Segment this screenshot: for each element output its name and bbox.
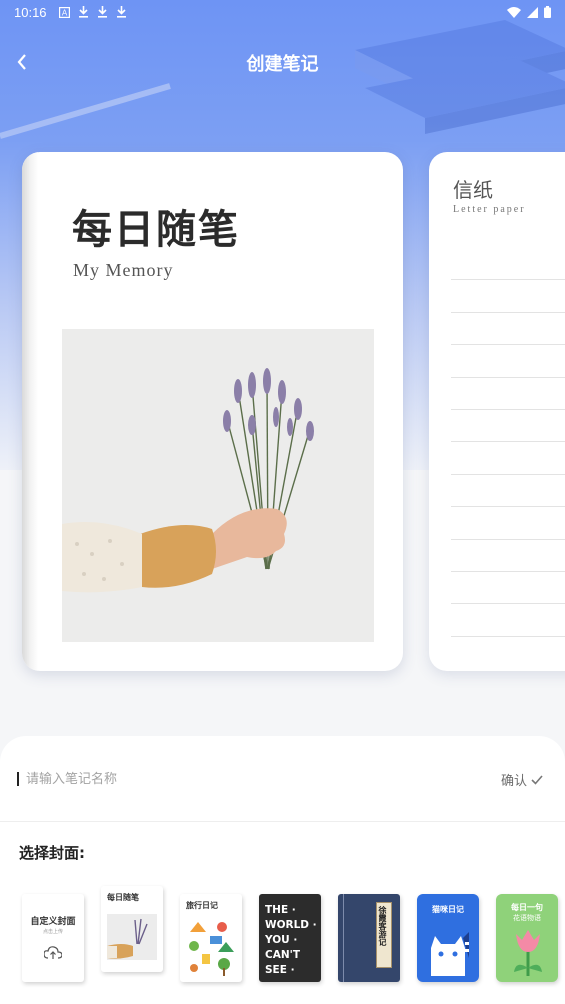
cover-travel-doodles	[189, 922, 234, 976]
download-icon	[116, 6, 126, 18]
cover-option-ancient[interactable]: 徐霞客游记	[338, 894, 400, 982]
choose-cover-label: 选择封面:	[19, 844, 85, 862]
letter-card-subtitle: Letter paper	[453, 204, 526, 215]
cover-ancient-binding	[343, 894, 344, 982]
font-icon: A	[58, 6, 70, 18]
page-title: 创建笔记	[246, 54, 319, 74]
tulip-illustration	[514, 930, 542, 976]
cover-daily-essay-title: 每日随笔	[107, 893, 139, 902]
cover-cat-title: 猫咪日记	[432, 905, 464, 914]
cover-ancient-label: 徐霞客游记	[376, 902, 392, 968]
cover-option-daily-essay[interactable]: 每日随笔	[101, 886, 163, 972]
letter-paper-card[interactable]: 信纸 Letter paper	[429, 152, 565, 671]
battery-icon	[544, 6, 551, 18]
cover-world-line: CAN'T	[265, 949, 300, 961]
confirm-label: 确认	[500, 774, 527, 789]
cover-flower-title: 每日一句	[511, 903, 543, 912]
status-bar: 10:16 A	[0, 0, 565, 24]
download-icon	[97, 6, 107, 18]
cover-options: 自定义封面 点击上传 每日随笔 旅行日记 THE · WORLD · YOU ·…	[0, 886, 565, 996]
download-icon	[78, 6, 88, 18]
cover-custom-subtitle: 点击上传	[42, 929, 63, 935]
cover-world-line: YOU ·	[265, 934, 298, 946]
lavender-bouquet-photo	[62, 329, 374, 642]
cover-world-text: THE · WORLD · YOU · CAN'T SEE ·	[265, 903, 317, 978]
note-name-row: 确认	[0, 736, 565, 822]
cover-option-the-world[interactable]: THE · WORLD · YOU · CAN'T SEE ·	[259, 894, 321, 982]
status-time: 10:16	[14, 4, 47, 20]
cover-custom-title: 自定义封面	[30, 917, 76, 927]
cover-daily-essay-photo	[107, 914, 157, 960]
cover-world-line: WORLD ·	[265, 919, 317, 931]
card-subtitle: My Memory	[73, 260, 174, 280]
svg-text:A: A	[61, 8, 67, 17]
checkmark-icon	[531, 774, 543, 785]
wifi-icon	[507, 6, 521, 18]
signal-icon	[527, 6, 538, 18]
note-template-card[interactable]: 每日随笔 My Memory	[22, 152, 403, 671]
navigation-bar: 创建笔记	[0, 42, 565, 82]
pen-illustration	[0, 83, 171, 139]
create-note-panel: 确认 选择封面: 自定义封面 点击上传 每日随笔 旅行日记	[0, 736, 565, 1004]
cover-option-travel[interactable]: 旅行日记	[180, 894, 242, 982]
card-title: 每日随笔	[72, 206, 240, 253]
note-name-input[interactable]	[26, 766, 466, 792]
upload-cloud-icon	[44, 946, 62, 959]
cover-option-flower[interactable]: 每日一句 花语物语	[496, 894, 558, 982]
letter-card-title: 信纸	[453, 178, 493, 202]
cover-flower-subtitle: 花语物语	[513, 914, 541, 922]
cover-option-cat[interactable]: 猫咪日记	[417, 894, 479, 982]
confirm-button[interactable]: 确认	[501, 770, 543, 789]
cover-world-line: SEE ·	[265, 964, 295, 976]
cover-travel-title: 旅行日记	[186, 901, 218, 910]
text-cursor	[17, 772, 19, 786]
cover-option-custom[interactable]: 自定义封面 点击上传	[22, 894, 84, 982]
cover-ancient-title: 徐霞客游记	[378, 906, 388, 946]
card-spine	[22, 152, 38, 671]
cat-illustration	[431, 932, 469, 976]
letter-ruled-lines	[451, 248, 565, 637]
cover-world-line: THE ·	[265, 904, 296, 916]
